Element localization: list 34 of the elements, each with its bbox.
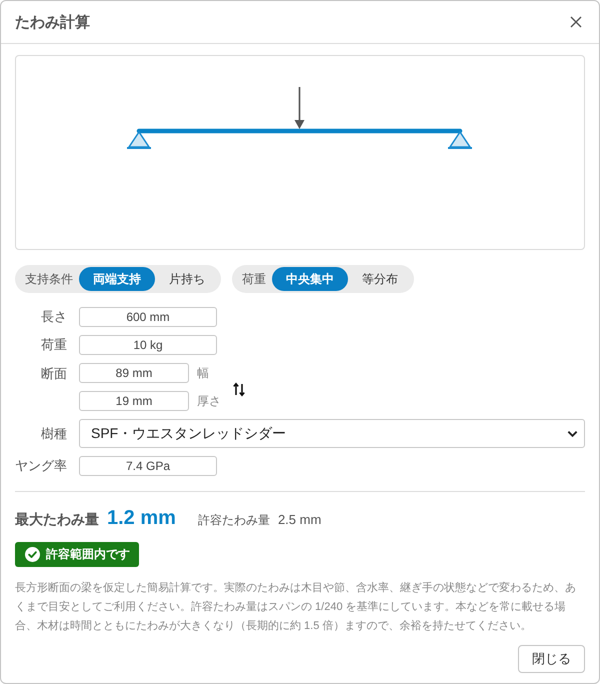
result-label: 最大たわみ量: [15, 511, 99, 529]
result-value: 1.2 mm: [107, 507, 176, 530]
field-label: 断面: [40, 365, 67, 383]
field-label: ヤング率: [15, 457, 67, 475]
toggle-option[interactable]: 中央集中: [272, 267, 348, 291]
field-suffix: 厚さ: [197, 392, 221, 410]
field-suffix: 幅: [197, 364, 209, 382]
field-label: 樹種: [40, 424, 67, 442]
toggle-option[interactable]: 等分布: [348, 267, 412, 291]
close-dialog-button[interactable]: 閉じる: [518, 645, 585, 673]
load-arrow: [294, 87, 304, 129]
allowable-label: 許容たわみ量: [198, 512, 270, 529]
toggle-option[interactable]: 両端支持: [79, 267, 155, 291]
select-field[interactable]: SPF・ウエスタンレッドシダー: [79, 419, 585, 448]
input-field[interactable]: 600 mm: [79, 307, 217, 327]
note-text: 長方形断面の梁を仮定した簡易計算です。実際のたわみは木目や節、含水率、継ぎ手の状態などで変わるため、あくまで目安としてご利用ください。許容たわみ量はスパンの 1/240 を基準にしています。本などを常に載せる場合、木材は時間とともにたわみが大きくなり（長期的に約 1.5 倍）ますので、余裕を持たせてください。: [15, 580, 577, 634]
field-label: 荷重: [40, 336, 67, 354]
support-triangle: [448, 130, 472, 149]
field-label: 長さ: [40, 308, 67, 326]
status-text: 許容範囲内です: [46, 546, 130, 563]
allowable-value: 2.5 mm: [278, 512, 322, 527]
input-field[interactable]: 10 kg: [79, 335, 217, 355]
support-triangle: [127, 130, 151, 149]
toggle-label: 支持条件: [25, 270, 73, 288]
toggle-label: 荷重: [242, 270, 266, 288]
chevron-down-icon: [567, 430, 578, 438]
toggle-option[interactable]: 片持ち: [155, 267, 219, 291]
input-field[interactable]: 19 mm: [79, 391, 189, 411]
input-field[interactable]: 7.4 GPa: [79, 456, 217, 476]
check-circle-icon: [25, 547, 40, 562]
dialog-title: たわみ計算: [15, 12, 90, 32]
swap-arrows-icon[interactable]: [233, 382, 245, 396]
input-field[interactable]: 89 mm: [79, 363, 189, 383]
close-icon: [570, 16, 582, 28]
